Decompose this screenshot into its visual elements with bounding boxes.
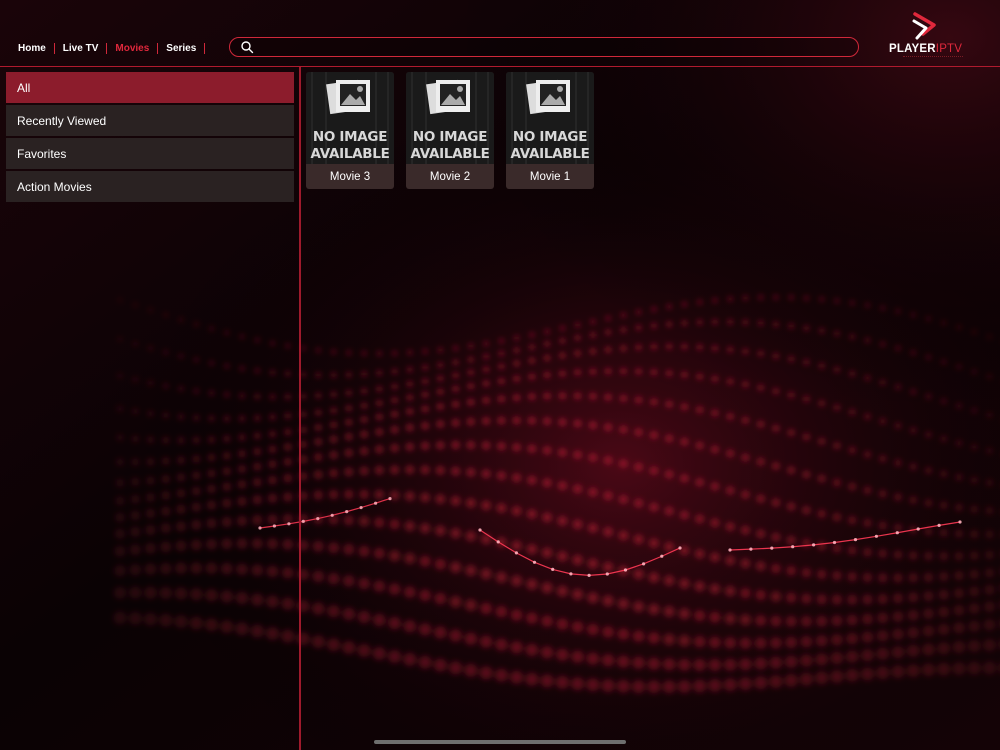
header-divider <box>0 66 1000 67</box>
nav-series[interactable]: Series <box>158 43 204 54</box>
movie-poster: NO IMAGE AVAILABLE <box>506 72 594 164</box>
logo-text-iptv: IPTV <box>935 43 963 55</box>
no-image-text: NO IMAGE <box>312 129 388 145</box>
logo-text: PLAYERIPTV <box>889 43 962 55</box>
search-input[interactable] <box>260 39 844 57</box>
movie-card[interactable]: NO IMAGE AVAILABLE Movie 1 <box>506 72 594 189</box>
home-indicator[interactable] <box>374 740 626 744</box>
no-image-text: NO IMAGE <box>512 129 588 145</box>
logo-underline <box>903 56 963 60</box>
app-logo: PLAYERIPTV <box>886 12 970 62</box>
movie-title: Movie 1 <box>529 170 571 183</box>
no-image-text: AVAILABLE <box>510 146 590 162</box>
search-icon[interactable] <box>240 40 254 54</box>
no-image-text: AVAILABLE <box>410 146 490 162</box>
movie-title: Movie 2 <box>429 170 471 183</box>
category-action-movies[interactable]: Action Movies <box>6 171 294 202</box>
top-bar: Home Live TV Movies Series PLAYERIPTV <box>0 0 1000 66</box>
logo-text-player: PLAYER <box>889 43 936 55</box>
nav-separator <box>204 42 206 54</box>
movie-card[interactable]: NO IMAGE AVAILABLE Movie 2 <box>406 72 494 189</box>
category-list: All Recently Viewed Favorites Action Mov… <box>6 72 294 204</box>
nav-home[interactable]: Home <box>10 43 54 54</box>
movie-poster: NO IMAGE AVAILABLE <box>406 72 494 164</box>
no-image-text: AVAILABLE <box>310 146 390 162</box>
category-all[interactable]: All <box>6 72 294 103</box>
category-favorites[interactable]: Favorites <box>6 138 294 169</box>
nav-movies[interactable]: Movies <box>107 43 157 54</box>
movie-card[interactable]: NO IMAGE AVAILABLE Movie 3 <box>306 72 394 189</box>
no-image-text: NO IMAGE <box>412 129 488 145</box>
category-recently-viewed[interactable]: Recently Viewed <box>6 105 294 136</box>
main-nav: Home Live TV Movies Series <box>10 39 206 57</box>
search-bar[interactable] <box>229 37 859 57</box>
movie-grid: NO IMAGE AVAILABLE Movie 3 NO IMAGE AVAI… <box>306 72 606 189</box>
movie-poster: NO IMAGE AVAILABLE <box>306 72 394 164</box>
movie-title: Movie 3 <box>329 170 371 183</box>
nav-live-tv[interactable]: Live TV <box>55 43 107 54</box>
play-arrow-logo-icon <box>912 12 936 40</box>
panel-divider <box>299 67 301 750</box>
